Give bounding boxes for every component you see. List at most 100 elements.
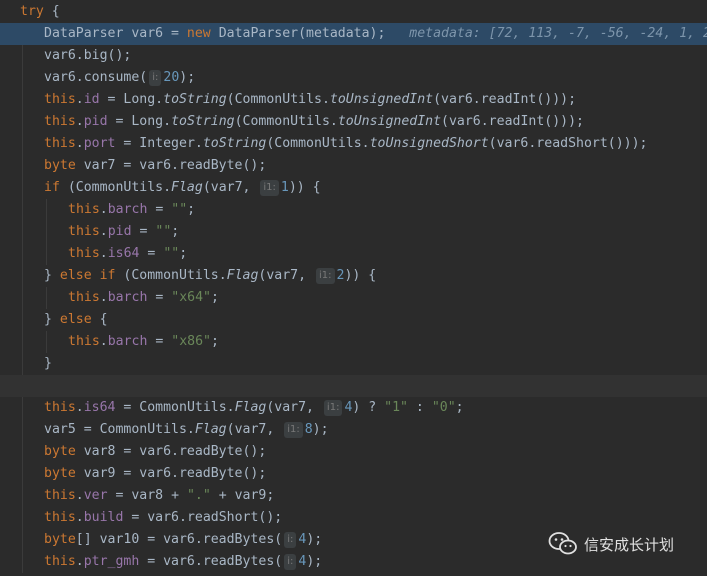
code-line[interactable] [0,375,707,397]
code-line[interactable]: var6.big(); [0,45,707,67]
code-token: toUnsignedShort [369,136,489,151]
code-line[interactable]: byte var7 = var6.readByte(); [0,155,707,177]
indent-guide [22,441,23,463]
indent-guide [46,243,47,265]
code-line[interactable]: var6.consume(i: 20); [0,67,707,89]
code-token: (var6.readShort())); [488,136,648,151]
code-token: if [44,180,68,195]
code-line[interactable]: byte var9 = var6.readByte(); [0,463,707,485]
code-token: try [20,4,44,19]
code-line[interactable]: this.pid = ""; [0,221,707,243]
code-token: "." [186,488,211,503]
parameter-hint: i1: [315,268,335,284]
code-text: this.id = Long.toString(CommonUtils.toUn… [44,89,576,111]
code-line[interactable]: this.id = Long.toString(CommonUtils.toUn… [0,89,707,111]
code-token: = [131,224,156,239]
code-text: this.barch = ""; [68,199,195,221]
code-token: ); [306,554,323,569]
code-token: var6.big(); [44,48,132,63]
code-line[interactable]: if (CommonUtils.Flag(var7, i1: 1)) { [0,177,707,199]
code-token: . [99,290,108,305]
indent-guide [22,89,23,111]
code-line[interactable]: this.barch = "x64"; [0,287,707,309]
indent-guide [22,199,23,221]
code-editor[interactable]: try {DataParser var6 = new DataParser(me… [0,0,707,576]
code-token: Flag [226,268,259,283]
code-token: else if [59,268,124,283]
code-line[interactable]: this.is64 = CommonUtils.Flag(var7, i1: 4)… [0,397,707,419]
code-token: . [75,136,84,151]
code-token: (CommonUtils. [234,114,338,129]
code-token: this [44,92,76,107]
code-line[interactable]: this.port = Integer.toString(CommonUtils… [0,133,707,155]
code-text: this.is64 = CommonUtils.Flag(var7, i1: 4)… [44,397,464,419]
code-token: is64 [83,400,116,415]
indent-guide [22,221,23,243]
code-token: pid [107,224,132,239]
indent-guide [22,155,23,177]
code-text: this.port = Integer.toString(CommonUtils… [44,133,647,155]
code-line[interactable]: this.ver = var8 + "." + var9; [0,485,707,507]
code-token: { [99,312,108,327]
code-token: toString [202,136,267,151]
indent-guide [22,133,23,155]
code-line[interactable]: } else if (CommonUtils.Flag(var7, i1: 2))… [0,265,707,287]
code-token: "" [163,246,180,261]
code-token: build [83,510,124,525]
code-text: this.ver = var8 + "." + var9; [44,485,274,507]
code-token: "" [171,202,188,217]
code-line[interactable]: } else { [0,309,707,331]
code-token: this [68,334,100,349]
code-token: + var9; [210,488,275,503]
code-token: . [75,510,84,525]
code-token: = [147,290,172,305]
code-line[interactable]: DataParser var6 = new DataParser(metadat… [0,23,707,45]
code-text: this.barch = "x64"; [68,287,219,309]
code-line[interactable]: var5 = CommonUtils.Flag(var7, i1: 8); [0,419,707,441]
debug-value: metadata: [72, 113, -7, -56, -24, 1, 2 [409,26,707,41]
code-token: 1 [280,180,289,195]
code-token: "0" [431,400,456,415]
code-text: byte var9 = var6.readByte(); [44,463,266,485]
code-token: (CommonUtils. [226,92,330,107]
code-token: barch [107,334,148,349]
code-token: Flag [194,422,227,437]
code-token: . [75,92,84,107]
code-token: ); [306,532,323,547]
indent-guide [22,265,23,287]
code-token: new [186,26,219,41]
parameter-hint: i: [284,532,297,548]
code-token: var8 = var6.readByte(); [83,444,267,459]
wechat-icon [548,531,578,557]
code-token: (var6.readInt())); [433,92,577,107]
code-text: if (CommonUtils.Flag(var7, i1: 1)) { [44,177,321,199]
code-line[interactable]: this.barch = "x86"; [0,331,707,353]
code-line[interactable]: this.build = var6.readShort(); [0,507,707,529]
code-token: id [83,92,100,107]
code-text: this.is64 = ""; [68,243,187,265]
code-token: "1" [384,400,408,415]
indent-guide [22,419,23,441]
code-token: . [75,554,84,569]
indent-guide [22,485,23,507]
code-line[interactable]: byte var8 = var6.readByte(); [0,441,707,463]
code-token: this [68,224,100,239]
code-token: )) { [288,180,321,195]
code-token: barch [107,290,148,305]
code-line[interactable]: this.is64 = ""; [0,243,707,265]
code-token: = [147,202,172,217]
indent-guide [22,111,23,133]
code-line[interactable]: } [0,353,707,375]
code-line[interactable]: this.barch = ""; [0,199,707,221]
code-line[interactable]: try { [0,1,707,23]
code-token: [] var10 = var6.readBytes( [75,532,283,547]
code-token: port [83,136,116,151]
code-token: ptr_gmh [83,554,140,569]
code-token: (CommonUtils. [266,136,370,151]
code-line[interactable]: this.pid = Long.toString(CommonUtils.toU… [0,111,707,133]
indent-guide [22,507,23,529]
code-token: . [99,246,108,261]
code-token: } [44,312,60,327]
indent-guide [46,331,47,353]
code-token: . [99,202,108,217]
